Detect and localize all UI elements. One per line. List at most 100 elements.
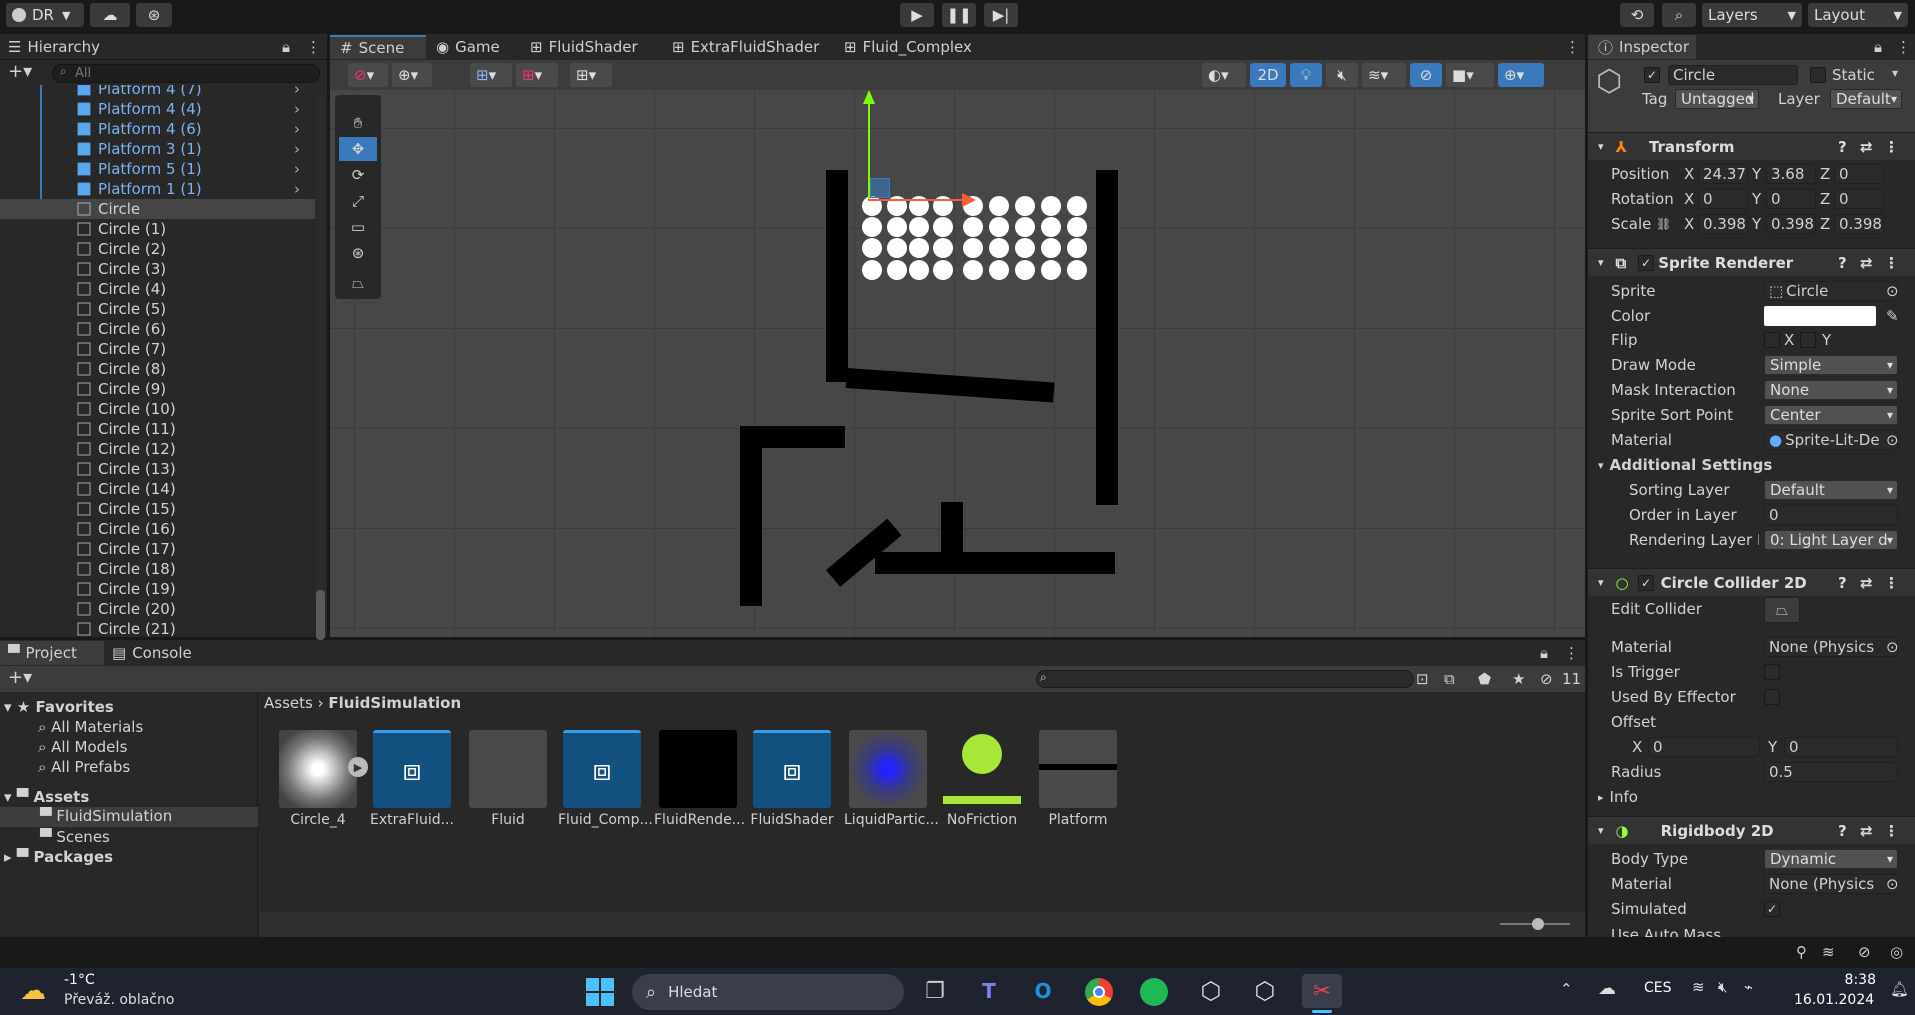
globe-button[interactable]: ⊕ ▾ — [392, 63, 432, 87]
platform-wall[interactable] — [845, 368, 1055, 403]
debug-icon[interactable]: ⚲ — [1796, 943, 1807, 961]
fluid-particle[interactable] — [989, 260, 1009, 280]
hierarchy-item[interactable]: Platform 1 (1) › — [0, 179, 310, 199]
lock-icon[interactable]: 🔒︎ — [282, 38, 290, 56]
hierarchy-item[interactable]: Platform 4 (6) › — [0, 119, 310, 139]
cc-material-field[interactable]: None (Physics — [1764, 637, 1898, 657]
asset-fluid-shader[interactable]: ⧈ FluidShader — [748, 730, 836, 828]
preset-icon[interactable]: ⇄ — [1860, 574, 1873, 592]
lock-icon[interactable]: 🔒︎ — [1540, 644, 1548, 662]
audio-toggle[interactable]: 🔇︎ — [1326, 63, 1358, 87]
rotation-y-field[interactable]: 0 — [1766, 189, 1816, 209]
wifi-icon[interactable]: ≋ — [1692, 978, 1705, 996]
hierarchy-item[interactable]: Circle (11) — [0, 419, 310, 439]
fluid-particle[interactable] — [989, 238, 1009, 258]
add-icon[interactable]: +▾ — [8, 667, 32, 688]
object-picker-icon[interactable]: ⊙ — [1886, 282, 1899, 300]
fluid-particle[interactable] — [909, 217, 929, 237]
circle-collider-header[interactable]: ▾ ○ ✓ Circle Collider 2D ? ⇄ ⋮ — [1588, 568, 1915, 596]
favorites-node[interactable]: ▾ ★ Favorites — [4, 698, 114, 716]
tab-hierarchy[interactable]: ☰ Hierarchy — [8, 35, 100, 59]
asset-fluid[interactable]: Fluid — [464, 730, 552, 828]
weather-icon[interactable]: ☁ — [20, 976, 46, 1006]
used-by-effector-checkbox[interactable] — [1764, 689, 1780, 705]
color-swatch[interactable] — [1764, 306, 1876, 326]
hierarchy-scrollbar[interactable] — [316, 94, 325, 640]
fluid-particle[interactable] — [909, 260, 929, 280]
sorting-layer-dropdown[interactable]: Default — [1764, 480, 1898, 500]
layout-dropdown[interactable]: Layout ▼ — [1808, 3, 1908, 27]
tab-console[interactable]: ▤ Console — [112, 641, 192, 665]
fluid-particle[interactable] — [1015, 238, 1035, 258]
tab-inspector[interactable]: ⓘ Inspector — [1588, 35, 1696, 59]
assets-node[interactable]: ▾ ▀ Assets — [4, 788, 89, 806]
offset-x-field[interactable]: 0 — [1648, 737, 1760, 757]
fluid-particle[interactable] — [1067, 238, 1087, 258]
search-button[interactable]: ⌕ — [1662, 3, 1696, 27]
kebab-menu-icon[interactable]: ⋮ — [1884, 574, 1899, 592]
folder-scenes[interactable]: ▀ Scenes — [40, 828, 110, 846]
gizmos-button[interactable]: ⊕ ▾ — [1498, 63, 1544, 87]
outlook-icon[interactable]: O — [1026, 976, 1060, 1006]
hierarchy-item[interactable]: Circle (12) — [0, 439, 310, 459]
breadcrumb-fluidsimulation[interactable]: FluidSimulation — [328, 694, 461, 712]
simulated-checkbox[interactable]: ✓ — [1764, 901, 1780, 917]
sprite-renderer-header[interactable]: ▾ ⧉ ✓ Sprite Renderer ? ⇄ ⋮ — [1588, 248, 1915, 276]
tab-fluid-shader[interactable]: ⊞ FluidShader — [530, 35, 638, 59]
chevron-right-icon[interactable]: › — [294, 100, 300, 118]
scroll-thumb[interactable] — [316, 590, 325, 640]
hierarchy-item[interactable]: Circle (13) — [0, 459, 310, 479]
scale-z-field[interactable]: 0.398 — [1834, 214, 1884, 234]
hierarchy-item[interactable]: Circle (21) — [0, 619, 310, 637]
type-filter-icon[interactable]: ⧉ — [1444, 670, 1455, 688]
fluid-particle[interactable] — [933, 260, 953, 280]
platform-wall[interactable] — [941, 502, 963, 572]
chevron-right-icon[interactable]: › — [294, 160, 300, 178]
lighting-toggle[interactable]: 💡︎ — [1290, 63, 1322, 87]
rect-tool-icon[interactable]: ▭ — [339, 215, 377, 239]
increment-snap-button[interactable]: ⊞ ▾ — [570, 63, 612, 87]
material-field[interactable]: ● Sprite-Lit-De — [1764, 430, 1898, 450]
chevron-up-icon[interactable]: ⌃ — [1560, 980, 1573, 998]
clock-time[interactable]: 8:38 — [1816, 972, 1876, 988]
fluid-particle[interactable] — [862, 260, 882, 280]
hierarchy-item[interactable]: Platform 4 (4) › — [0, 99, 310, 119]
hierarchy-item[interactable]: Circle (18) — [0, 559, 310, 579]
draw-mode-dropdown[interactable]: Simple — [1764, 355, 1898, 375]
fluid-particle[interactable] — [989, 217, 1009, 237]
fluid-particle[interactable] — [963, 238, 983, 258]
fluid-particle[interactable] — [862, 238, 882, 258]
flip-y-checkbox[interactable] — [1800, 332, 1816, 348]
platform-wall[interactable] — [740, 426, 762, 606]
constrain-proportions-icon[interactable]: ⛓ — [1656, 217, 1671, 231]
help-icon[interactable]: ? — [1838, 254, 1847, 272]
hierarchy-item[interactable]: Circle (2) — [0, 239, 310, 259]
sprite-field[interactable]: ⬚ Circle — [1764, 281, 1898, 301]
fluid-particle[interactable] — [1041, 238, 1061, 258]
platform-wall[interactable] — [740, 426, 845, 448]
hierarchy-item[interactable]: Circle (1) — [0, 219, 310, 239]
layers-dropdown[interactable]: Layers ▼ — [1702, 3, 1802, 27]
camera-button[interactable]: ■ ▾ — [1446, 63, 1494, 87]
kebab-menu-icon[interactable]: ⋮ — [1896, 38, 1911, 56]
add-icon[interactable]: +▾ — [8, 61, 32, 82]
shading-button[interactable]: ◐ ▾ — [1202, 63, 1246, 87]
position-y-field[interactable]: 3.68 — [1766, 164, 1816, 184]
asset-fluid-complex[interactable]: ⧈ Fluid_Comp... — [558, 730, 653, 828]
hierarchy-item[interactable]: Circle (3) — [0, 259, 310, 279]
platform-wall[interactable] — [875, 552, 1115, 574]
snipping-tool-icon[interactable]: ✂ — [1302, 974, 1342, 1008]
cloud-button[interactable]: ☁ — [90, 3, 130, 27]
collider-enabled-checkbox[interactable]: ✓ — [1638, 575, 1654, 591]
layer-dropdown[interactable]: Default — [1830, 89, 1902, 109]
chrome-icon[interactable] — [1085, 978, 1113, 1006]
packages-node[interactable]: ▸ ▀ Packages — [4, 848, 113, 866]
chevron-right-icon[interactable]: › — [294, 120, 300, 138]
snap-button[interactable]: ⊞ ▾ — [516, 63, 558, 87]
tab-project[interactable]: ▀ Project — [0, 641, 104, 665]
fluid-particle[interactable] — [1041, 196, 1061, 216]
position-x-field[interactable]: 24.37 — [1698, 164, 1748, 184]
scale-y-field[interactable]: 0.398 — [1766, 214, 1816, 234]
folder-fluidsimulation[interactable]: ▀ FluidSimulation — [0, 807, 258, 827]
x-arrow-icon[interactable] — [962, 193, 976, 207]
